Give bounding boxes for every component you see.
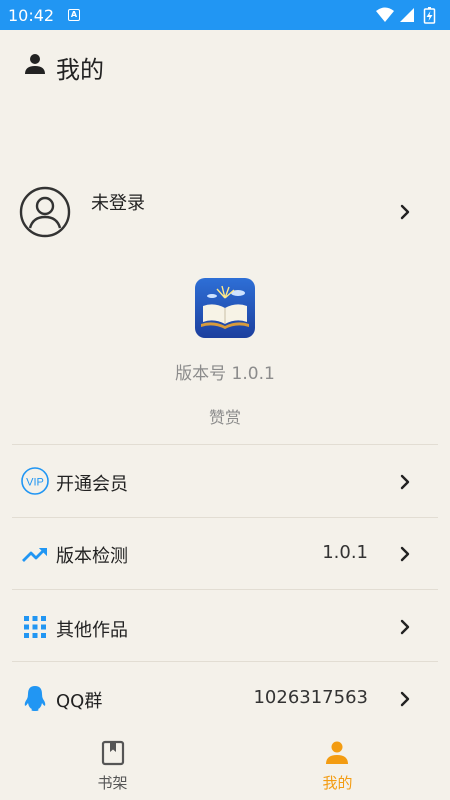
chevron-right-icon (400, 619, 410, 635)
qq-number: 1026317563 (253, 687, 368, 708)
person-icon (326, 741, 348, 764)
donate-link[interactable]: 赞赏 (0, 404, 450, 428)
version-value: 1.0.1 (322, 542, 368, 563)
row-version-check[interactable]: 版本检测 1.0.1 (0, 518, 450, 590)
row-qq-group[interactable]: QQ群 1026317563 (0, 663, 450, 735)
chevron-right-icon (400, 474, 410, 490)
qq-icon (24, 686, 46, 711)
page-header: 我的 (0, 30, 450, 104)
login-status: 未登录 (91, 193, 145, 214)
divider (12, 589, 438, 590)
nav-bookshelf[interactable]: 书架 (0, 730, 225, 800)
signal-icon (400, 8, 414, 22)
book-logo-icon (195, 278, 255, 338)
app-logo (195, 278, 255, 338)
nav-label: 书架 (97, 774, 128, 792)
divider (12, 661, 438, 662)
trending-up-icon (22, 548, 47, 562)
status-icons (376, 7, 436, 24)
bottom-nav: 书架 我的 (0, 730, 450, 800)
divider (12, 444, 438, 445)
chevron-right-icon (400, 546, 410, 562)
row-label: QQ群 (56, 691, 103, 712)
row-vip[interactable]: VIP 开通会员 (0, 446, 450, 518)
vip-icon: VIP (21, 467, 49, 495)
page-title: 我的 (56, 56, 104, 84)
login-row[interactable]: 未登录 (0, 180, 450, 244)
nav-label: 我的 (322, 774, 353, 792)
version-label: 版本号 1.0.1 (175, 364, 275, 384)
row-other-works[interactable]: 其他作品 (0, 591, 450, 663)
status-bar: 10:42 A (0, 0, 450, 30)
chevron-right-icon (400, 204, 410, 220)
person-icon (25, 54, 45, 74)
battery-icon (423, 7, 436, 24)
row-label: 其他作品 (56, 620, 128, 641)
book-icon (101, 740, 125, 766)
chevron-right-icon (400, 691, 410, 707)
wifi-icon (376, 7, 394, 22)
status-time: 10:42 (8, 6, 55, 25)
row-label: 版本检测 (56, 546, 128, 567)
nav-mine[interactable]: 我的 (225, 730, 450, 800)
notification-icon: A (68, 9, 80, 21)
svg-text:VIP: VIP (26, 477, 44, 489)
row-label: 开通会员 (56, 474, 128, 495)
grid-icon (24, 616, 46, 638)
avatar-icon (19, 186, 71, 238)
